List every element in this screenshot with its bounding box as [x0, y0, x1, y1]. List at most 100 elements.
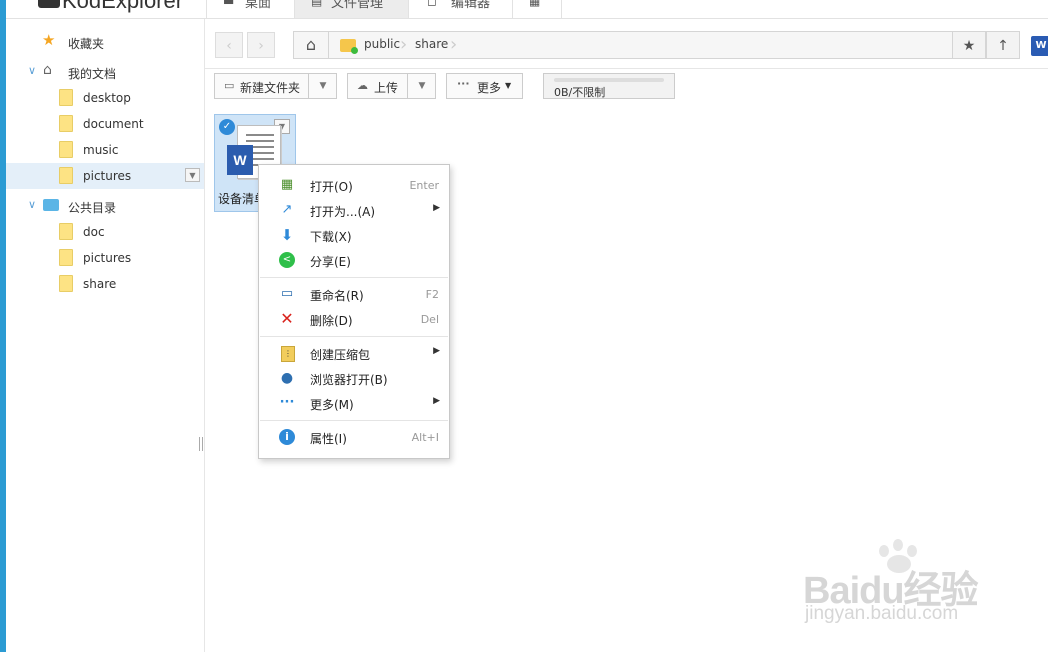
- external-link-icon: ↗: [281, 202, 293, 217]
- home-icon: ⌂: [43, 62, 52, 78]
- submenu-arrow-icon: ▶: [433, 203, 440, 213]
- kod-logo-icon: [38, 0, 60, 9]
- home-icon[interactable]: ⌂: [294, 32, 329, 58]
- sidebar-item-desktop[interactable]: desktop: [6, 85, 204, 111]
- quota-text: 0B/不限制: [554, 86, 606, 99]
- sidebar-item-pictures[interactable]: pictures ▼: [6, 163, 204, 189]
- menu-shortcut: Alt+I: [411, 431, 439, 444]
- menu-item-label: 分享(E): [310, 255, 351, 269]
- menu-item-label: 更多(M): [310, 398, 354, 412]
- menu-item-label: 删除(D): [310, 314, 353, 328]
- cloud-upload-icon: ☁: [357, 79, 368, 92]
- tab-file-manager-label: 文件管理: [331, 0, 384, 11]
- menu-item-download[interactable]: ⬇ 下载(X): [259, 223, 449, 248]
- sidebar-item-favorites[interactable]: ★ 收藏夹: [6, 29, 204, 55]
- check-icon[interactable]: ✓: [219, 119, 235, 135]
- folder-icon: [59, 275, 73, 292]
- chevron-down-icon[interactable]: ▼: [185, 168, 200, 182]
- sidebar-tree: ★ 收藏夹 ∨ ⌂ 我的文档 desktop document music pi…: [6, 19, 205, 652]
- more-label: 更多: [477, 81, 502, 95]
- menu-item-label: 打开(O): [310, 180, 353, 194]
- tab-apps[interactable]: ▦: [512, 0, 562, 18]
- upload-label: 上传: [374, 81, 399, 95]
- zip-icon: ⋮: [281, 346, 295, 362]
- word-logo-icon: W: [227, 145, 253, 175]
- sidebar-item-label: document: [83, 117, 144, 131]
- editor-icon: ◻: [427, 0, 437, 8]
- breadcrumb-public[interactable]: public: [364, 37, 400, 51]
- menu-item-share[interactable]: < 分享(E): [259, 248, 449, 273]
- sidebar-item-label: desktop: [83, 91, 131, 105]
- menu-item-more[interactable]: ··· 更多(M) ▶: [259, 391, 449, 416]
- more-button[interactable]: ··· 更多 ▼: [446, 73, 523, 99]
- breadcrumb: ⌂ public › share ›: [293, 31, 953, 59]
- upload-button[interactable]: ☁ 上传 ▼: [347, 73, 436, 99]
- favorite-star-button[interactable]: ★: [952, 31, 986, 59]
- context-menu: ▦ 打开(O) Enter ↗ 打开为...(A) ▶ ⬇ 下载(X) < 分享…: [258, 164, 450, 459]
- new-folder-label: 新建文件夹: [240, 81, 301, 95]
- chevron-down-icon[interactable]: ∨: [28, 64, 36, 77]
- sidebar-item-label: 我的文档: [68, 67, 117, 81]
- menu-item-label: 浏览器打开(B): [310, 373, 388, 387]
- breadcrumb-separator: ›: [450, 34, 458, 55]
- tab-file-manager[interactable]: ▤ 文件管理: [294, 0, 409, 18]
- menu-item-rename[interactable]: ▭ 重命名(R) F2: [259, 282, 449, 307]
- toolbar: ▭ 新建文件夹 ▼ ☁ 上传 ▼ ··· 更多 ▼ 0B/不限制: [205, 68, 1048, 106]
- back-button[interactable]: ‹: [215, 32, 243, 58]
- menu-separator: [260, 420, 448, 421]
- address-bar-area: ‹ › ⌂ public › share › ★ ↑ W: [205, 19, 1048, 67]
- breadcrumb-separator: ›: [400, 34, 408, 55]
- caret-down-icon: ▼: [505, 81, 512, 90]
- submenu-arrow-icon: ▶: [433, 396, 440, 406]
- storage-quota: 0B/不限制: [543, 73, 675, 99]
- quota-bar: [554, 78, 664, 82]
- folder-outline-icon: ▭: [224, 79, 235, 92]
- menu-item-properties[interactable]: i 属性(I) Alt+I: [259, 425, 449, 450]
- sidebar-item-music[interactable]: music: [6, 137, 204, 163]
- menu-item-label: 创建压缩包: [310, 348, 371, 362]
- menu-shortcut: F2: [425, 288, 439, 301]
- sidebar-item-label: 公共目录: [68, 201, 117, 215]
- app-brand-text: KodExplorer: [62, 0, 184, 13]
- menu-item-delete[interactable]: ✕ 删除(D) Del: [259, 307, 449, 332]
- forward-button[interactable]: ›: [247, 32, 275, 58]
- open-icon: ▦: [280, 177, 294, 192]
- top-bar: KodExplorer ▬ 桌面 ▤ 文件管理 ◻ 编辑器 ▦: [6, 0, 1048, 19]
- up-directory-button[interactable]: ↑: [986, 31, 1020, 59]
- sidebar-item-my-docs[interactable]: ∨ ⌂ 我的文档: [6, 59, 204, 85]
- chevron-down-icon[interactable]: ▼: [308, 74, 337, 98]
- sidebar-item-label: pictures: [83, 251, 132, 265]
- word-app-icon[interactable]: W: [1031, 36, 1048, 56]
- sidebar-item-share[interactable]: share: [6, 271, 204, 297]
- sidebar-item-document[interactable]: document: [6, 111, 204, 137]
- folder-icon: [59, 249, 73, 266]
- menu-item-zip[interactable]: ⋮ 创建压缩包 ▶: [259, 341, 449, 366]
- sidebar-item-label: music: [83, 143, 119, 157]
- sidebar-item-public-pictures[interactable]: pictures: [6, 245, 204, 271]
- info-icon: i: [279, 429, 295, 445]
- tab-desktop-label: 桌面: [245, 0, 272, 11]
- sidebar-item-doc[interactable]: doc: [6, 219, 204, 245]
- menu-separator: [260, 277, 448, 278]
- tab-desktop[interactable]: ▬ 桌面: [206, 0, 295, 18]
- menu-item-open[interactable]: ▦ 打开(O) Enter: [259, 173, 449, 198]
- folder-icon: [59, 89, 73, 106]
- chevron-down-icon[interactable]: ∨: [28, 198, 36, 211]
- sidebar-item-public[interactable]: ∨ 公共目录: [6, 193, 204, 219]
- public-folder-icon: [43, 199, 59, 211]
- sidebar-resize-handle[interactable]: [199, 437, 203, 451]
- breadcrumb-share[interactable]: share: [415, 37, 448, 51]
- globe-icon: ●: [280, 370, 294, 386]
- menu-shortcut: Del: [420, 313, 439, 326]
- sidebar-item-label: doc: [83, 225, 105, 239]
- folder-icon: [59, 167, 73, 184]
- menu-item-label: 下载(X): [310, 230, 352, 244]
- menu-item-open-as[interactable]: ↗ 打开为...(A) ▶: [259, 198, 449, 223]
- menu-item-label: 属性(I): [310, 432, 347, 446]
- tab-editor[interactable]: ◻ 编辑器: [408, 0, 513, 18]
- new-folder-button[interactable]: ▭ 新建文件夹 ▼: [214, 73, 337, 99]
- chevron-down-icon[interactable]: ▼: [407, 74, 436, 98]
- menu-item-browser-open[interactable]: ● 浏览器打开(B): [259, 366, 449, 391]
- sidebar-item-label: 收藏夹: [68, 37, 105, 51]
- sidebar-item-label: share: [83, 277, 117, 291]
